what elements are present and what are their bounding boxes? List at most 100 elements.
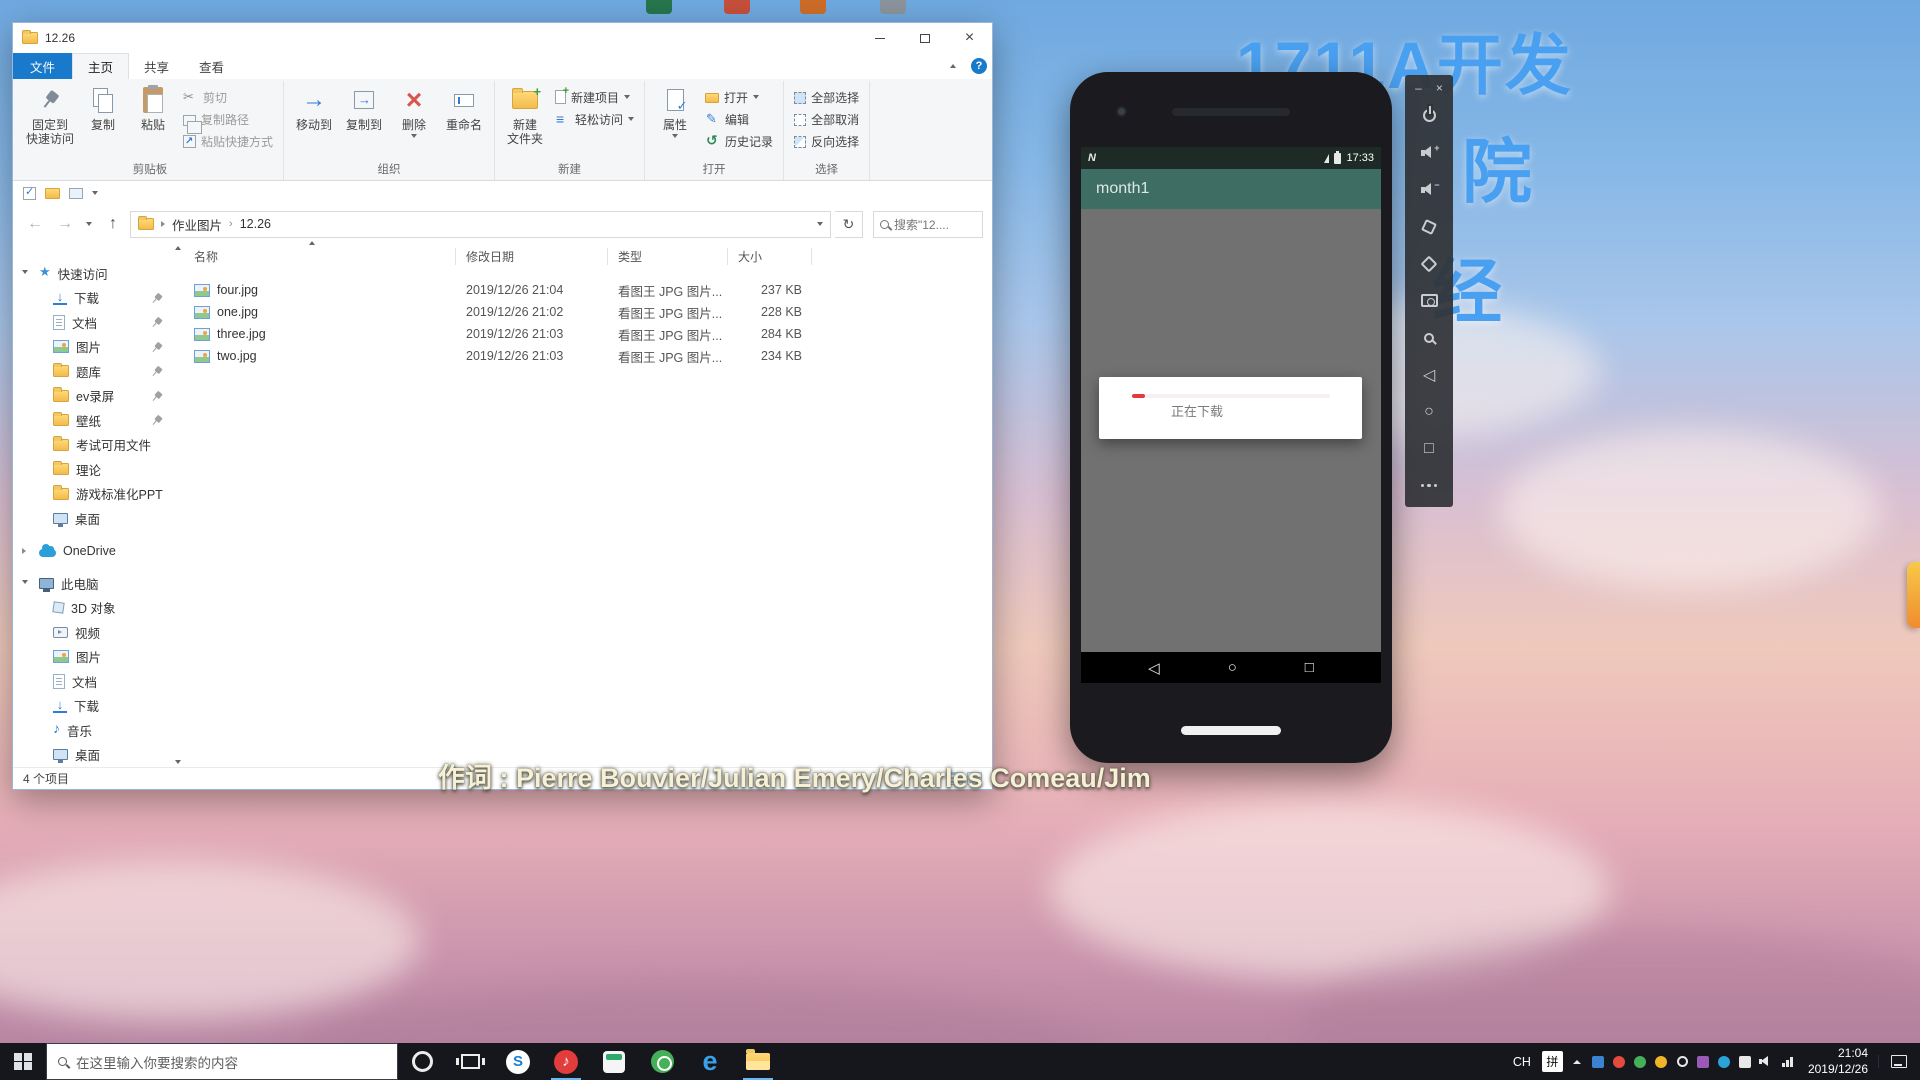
tray-icon[interactable] xyxy=(1609,1056,1630,1068)
paste-button[interactable]: 粘贴 xyxy=(128,81,178,132)
address-dropdown-button[interactable] xyxy=(817,222,823,226)
taskbar-clock[interactable]: 21:04 2019/12/26 xyxy=(1798,1046,1878,1077)
sidebar-item-bizhi[interactable]: 壁纸 xyxy=(13,408,171,433)
edit-button[interactable]: 编辑 xyxy=(700,108,778,130)
volume-down-button[interactable]: − xyxy=(1411,171,1447,208)
address-field[interactable]: 作业图片 › 12.26 xyxy=(130,211,831,238)
breadcrumb-current[interactable]: 12.26 xyxy=(240,217,271,231)
tray-icon[interactable] xyxy=(1630,1056,1651,1068)
tray-icon[interactable] xyxy=(1588,1056,1609,1068)
desktop-icon[interactable] xyxy=(880,0,906,14)
rotate-right-button[interactable] xyxy=(1411,245,1447,282)
emulator-close-button[interactable]: × xyxy=(1436,81,1443,95)
volume-button[interactable] xyxy=(1756,1056,1777,1067)
toolbar-overview-button[interactable]: □ xyxy=(1411,430,1447,467)
taskbar-app-s[interactable]: S xyxy=(494,1043,542,1080)
sidebar-item-pc-documents[interactable]: 文档 xyxy=(13,669,171,694)
taskbar-app-netease-music[interactable]: ♪ xyxy=(542,1043,590,1080)
scroll-up-icon[interactable] xyxy=(175,246,181,250)
new-item-button[interactable]: 新建项目 xyxy=(550,86,639,108)
maximize-button[interactable] xyxy=(902,23,947,53)
forward-button[interactable]: → xyxy=(52,211,78,237)
recent-locations-button[interactable] xyxy=(82,211,96,237)
back-button[interactable]: ← xyxy=(22,211,48,237)
open-button[interactable]: 打开 xyxy=(700,86,778,108)
taskbar-app-edge[interactable]: e xyxy=(686,1043,734,1080)
sidebar-item-pc-pictures[interactable]: 图片 xyxy=(13,645,171,670)
rename-button[interactable]: 重命名 xyxy=(439,81,489,132)
qat-customize-button[interactable] xyxy=(92,191,98,195)
select-all-button[interactable]: 全部选择 xyxy=(789,86,864,108)
emulator-minimize-button[interactable]: – xyxy=(1415,81,1422,95)
sidebar-item-evluping[interactable]: ev录屏 xyxy=(13,384,171,409)
column-header-size[interactable]: 大小 xyxy=(728,248,812,265)
desktop-icon[interactable] xyxy=(646,0,672,14)
tray-icon[interactable] xyxy=(1714,1056,1735,1068)
taskbar-app-file-explorer[interactable] xyxy=(734,1043,782,1080)
tray-icon[interactable] xyxy=(1651,1056,1672,1068)
history-button[interactable]: 历史记录 xyxy=(700,130,778,152)
tray-icon[interactable] xyxy=(1693,1056,1714,1068)
search-input[interactable]: 搜索"12.... xyxy=(873,211,983,238)
sidebar-item-pc-downloads[interactable]: 下载 xyxy=(13,694,171,719)
minimize-button[interactable] xyxy=(857,23,902,53)
sidebar-item-this-pc[interactable]: 此电脑 xyxy=(13,571,171,596)
table-row[interactable]: one.jpg 2019/12/26 21:02 看图王 JPG 图片... 2… xyxy=(184,301,992,323)
delete-button[interactable]: 删除 xyxy=(389,81,439,138)
scroll-down-icon[interactable] xyxy=(175,760,181,764)
start-button[interactable] xyxy=(0,1043,46,1080)
chevron-down-icon[interactable] xyxy=(22,580,28,584)
toolbar-home-button[interactable]: ○ xyxy=(1411,393,1447,430)
sidebar-item-exam-files[interactable]: 考试可用文件 xyxy=(13,433,171,458)
android-home-button[interactable]: ○ xyxy=(1228,659,1237,676)
tray-expand-button[interactable] xyxy=(1567,1060,1588,1064)
sidebar-item-game-ppt[interactable]: 游戏标准化PPT xyxy=(13,482,171,507)
title-bar[interactable]: 12.26 × xyxy=(13,23,992,53)
sidebar-item-3d-objects[interactable]: 3D 对象 xyxy=(13,596,171,621)
ime-indicator[interactable]: 拼 xyxy=(1542,1051,1563,1072)
sidebar-item-lilun[interactable]: 理论 xyxy=(13,457,171,482)
desktop-icon[interactable] xyxy=(800,0,826,14)
qat-new-folder-button[interactable] xyxy=(45,188,60,199)
zoom-button[interactable] xyxy=(1411,319,1447,356)
easy-access-button[interactable]: 轻松访问 xyxy=(550,108,639,130)
up-button[interactable]: ↑ xyxy=(100,211,126,237)
volume-up-button[interactable]: + xyxy=(1411,134,1447,171)
column-header-name[interactable]: 名称 xyxy=(184,248,456,265)
taskbar-app-window[interactable] xyxy=(590,1043,638,1080)
sidebar-item-desktop[interactable]: 桌面 xyxy=(13,506,171,531)
rotate-left-button[interactable] xyxy=(1411,208,1447,245)
column-header-date[interactable]: 修改日期 xyxy=(456,248,608,265)
breadcrumb-parent[interactable]: 作业图片 xyxy=(172,215,222,234)
edge-widget[interactable] xyxy=(1907,562,1920,628)
copy-button[interactable]: 复制 xyxy=(78,81,128,132)
screenshot-button[interactable] xyxy=(1411,282,1447,319)
table-row[interactable]: two.jpg 2019/12/26 21:03 看图王 JPG 图片... 2… xyxy=(184,345,992,367)
sidebar-item-tiku[interactable]: 题库 xyxy=(13,359,171,384)
move-to-button[interactable]: 移动到 xyxy=(289,81,339,132)
close-button[interactable]: × xyxy=(947,23,992,53)
power-button[interactable] xyxy=(1411,97,1447,134)
tray-icon[interactable] xyxy=(1672,1056,1693,1067)
qat-properties-button[interactable] xyxy=(23,187,36,200)
taskbar-app-listary[interactable] xyxy=(398,1043,446,1080)
cut-button[interactable]: 剪切 xyxy=(178,86,278,108)
minimize-ribbon-button[interactable] xyxy=(940,53,966,79)
taskbar-app-green[interactable] xyxy=(638,1043,686,1080)
properties-button[interactable]: 属性 xyxy=(650,81,700,138)
tab-share[interactable]: 共享 xyxy=(129,53,184,79)
sidebar-item-videos[interactable]: 视频 xyxy=(13,620,171,645)
invert-selection-button[interactable]: 反向选择 xyxy=(789,130,864,152)
android-back-button[interactable]: ◁ xyxy=(1148,659,1160,677)
table-row[interactable]: four.jpg 2019/12/26 21:04 看图王 JPG 图片... … xyxy=(184,279,992,301)
tab-view[interactable]: 查看 xyxy=(184,53,239,79)
sidebar-item-documents[interactable]: 文档 xyxy=(13,310,171,335)
sidebar-item-music[interactable]: 音乐 xyxy=(13,718,171,743)
pin-to-quick-access-button[interactable]: 固定到 快速访问 xyxy=(22,81,78,147)
help-button[interactable]: ? xyxy=(966,53,992,79)
sidebar-item-quick-access[interactable]: 快速访问 xyxy=(13,261,171,286)
emulator-screen[interactable]: N 17:33 month1 正在下载 ◁ ○ □ xyxy=(1081,147,1381,683)
sidebar-item-pc-desktop[interactable]: 桌面 xyxy=(13,743,171,768)
table-row[interactable]: three.jpg 2019/12/26 21:03 看图王 JPG 图片...… xyxy=(184,323,992,345)
new-folder-button[interactable]: 新建 文件夹 xyxy=(500,81,550,147)
